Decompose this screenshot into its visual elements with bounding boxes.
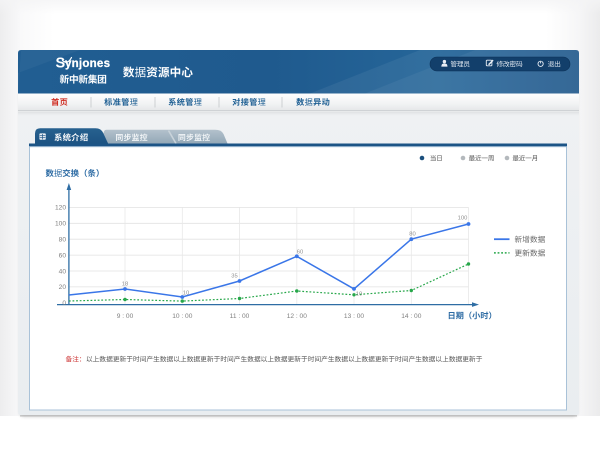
svg-text:20: 20 <box>59 284 67 291</box>
svg-text:10: 10 <box>356 291 362 297</box>
svg-text:14 : 00: 14 : 00 <box>401 313 421 320</box>
svg-text:60: 60 <box>59 252 67 259</box>
svg-text:80: 80 <box>409 232 415 238</box>
svg-text:120: 120 <box>55 205 66 212</box>
svg-text:S: S <box>56 56 66 72</box>
svg-text:0: 0 <box>62 300 66 307</box>
svg-text:13 : 00: 13 : 00 <box>344 313 364 320</box>
svg-text:11 : 00: 11 : 00 <box>230 313 250 320</box>
svg-text:18: 18 <box>122 282 128 288</box>
svg-text:9 : 00: 9 : 00 <box>117 313 134 320</box>
svg-text:12 : 00: 12 : 00 <box>287 313 307 320</box>
svg-text:60: 60 <box>297 250 303 256</box>
svg-text:100: 100 <box>55 221 66 228</box>
svg-text:10: 10 <box>183 291 189 297</box>
svg-text:ynjones: ynjones <box>65 57 110 70</box>
svg-text:35: 35 <box>231 274 237 280</box>
svg-text:40: 40 <box>59 268 67 275</box>
svg-text:10 : 00: 10 : 00 <box>172 313 192 320</box>
svg-text:100: 100 <box>458 216 468 222</box>
svg-text:80: 80 <box>59 237 67 244</box>
